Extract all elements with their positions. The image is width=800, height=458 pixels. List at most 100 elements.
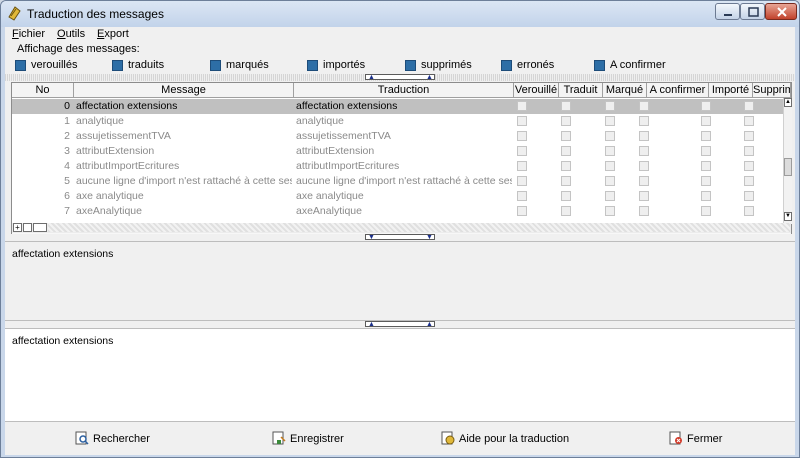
column-header-verouille[interactable]: Verouillé <box>514 83 559 98</box>
title-bar[interactable]: Traduction des messages <box>1 1 799 27</box>
row-checkbox[interactable] <box>605 116 615 126</box>
vertical-scrollbar[interactable]: ▲ ▼ <box>783 98 792 224</box>
column-header-no[interactable]: No <box>12 83 74 98</box>
row-checkbox[interactable] <box>701 116 711 126</box>
row-checkbox[interactable] <box>639 146 649 156</box>
filter-checkbox[interactable] <box>405 60 416 71</box>
arrow-down-icon: ▼ <box>368 234 375 241</box>
row-checkbox[interactable] <box>561 116 571 126</box>
row-checkbox[interactable] <box>561 161 571 171</box>
table-row[interactable]: 2 assujetissementTVA assujetissementTVA <box>12 129 784 144</box>
row-checkbox[interactable] <box>639 191 649 201</box>
row-checkbox[interactable] <box>701 191 711 201</box>
minimize-button[interactable] <box>715 3 740 20</box>
row-checkbox[interactable] <box>605 191 615 201</box>
horizontal-scrollbar[interactable]: + <box>12 223 791 233</box>
table-row[interactable]: 0 affectation extensions affectation exten… <box>12 99 784 114</box>
splitter-grip[interactable]: ▼ ▼ <box>365 234 435 241</box>
row-checkbox[interactable] <box>639 161 649 171</box>
table-row[interactable]: 6 axe analytique axe analytique <box>12 189 784 204</box>
row-checkbox[interactable] <box>744 131 754 141</box>
row-checkbox[interactable] <box>701 161 711 171</box>
row-checkbox[interactable] <box>639 176 649 186</box>
expand-icon[interactable]: + <box>13 223 22 232</box>
row-checkbox[interactable] <box>639 101 649 111</box>
row-checkbox[interactable] <box>605 161 615 171</box>
column-header-message[interactable]: Message <box>74 83 294 98</box>
row-checkbox[interactable] <box>639 206 649 216</box>
row-checkbox[interactable] <box>517 101 527 111</box>
source-text-pane[interactable]: affectation extensions <box>5 241 795 321</box>
row-checkbox[interactable] <box>517 176 527 186</box>
row-checkbox[interactable] <box>517 146 527 156</box>
table-row[interactable]: 1 analytique analytique <box>12 114 784 129</box>
column-header-marque[interactable]: Marqué <box>603 83 647 98</box>
cell-traduction: axeAnalytique <box>296 205 362 217</box>
filter-label: erronés <box>517 59 555 71</box>
row-checkbox[interactable] <box>517 206 527 216</box>
row-checkbox[interactable] <box>561 206 571 216</box>
row-checkbox[interactable] <box>701 101 711 111</box>
translation-text-pane[interactable]: affectation extensions <box>5 328 795 422</box>
row-checkbox[interactable] <box>517 131 527 141</box>
row-checkbox[interactable] <box>561 131 571 141</box>
menu-fichier[interactable]: Fichier <box>12 28 45 40</box>
column-header-traduction[interactable]: Traduction <box>294 83 514 98</box>
row-checkbox[interactable] <box>517 116 527 126</box>
filter-checkbox[interactable] <box>112 60 123 71</box>
row-checkbox[interactable] <box>605 146 615 156</box>
row-checkbox[interactable] <box>605 176 615 186</box>
scroll-thumb[interactable] <box>784 158 792 176</box>
table-row[interactable]: 3 attributExtension attributExtension <box>12 144 784 159</box>
row-checkbox[interactable] <box>605 206 615 216</box>
horizontal-scroll-track[interactable] <box>48 223 790 232</box>
row-checkbox[interactable] <box>744 161 754 171</box>
row-checkbox[interactable] <box>744 206 754 216</box>
row-checkbox[interactable] <box>561 191 571 201</box>
menu-outils[interactable]: Outils <box>57 28 85 40</box>
row-checkbox[interactable] <box>744 176 754 186</box>
filter-checkbox[interactable] <box>15 60 26 71</box>
cell-traduction: aucune ligne d'import n'est rattaché à c… <box>296 175 512 187</box>
scroll-left-icon[interactable] <box>23 223 32 232</box>
column-header-importe[interactable]: Importé <box>709 83 753 98</box>
scroll-up-icon[interactable]: ▲ <box>784 98 792 107</box>
column-header-a-confirmer[interactable]: A confirmer <box>647 83 709 98</box>
row-checkbox[interactable] <box>639 131 649 141</box>
row-checkbox[interactable] <box>605 101 615 111</box>
table-row[interactable]: 7 axeAnalytique axeAnalytique <box>12 204 784 219</box>
row-checkbox[interactable] <box>639 116 649 126</box>
row-checkbox[interactable] <box>744 116 754 126</box>
row-checkbox[interactable] <box>744 191 754 201</box>
table-row[interactable]: 4 attributImportEcritures attributImportEc… <box>12 159 784 174</box>
close-window-button[interactable] <box>765 3 797 20</box>
row-checkbox[interactable] <box>561 176 571 186</box>
maximize-button[interactable] <box>740 3 765 20</box>
row-checkbox[interactable] <box>561 101 571 111</box>
filter-checkbox[interactable] <box>210 60 221 71</box>
row-checkbox[interactable] <box>517 191 527 201</box>
scroll-right-icon[interactable] <box>33 223 47 232</box>
filter-checkbox[interactable] <box>594 60 605 71</box>
filter-checkbox[interactable] <box>501 60 512 71</box>
row-checkbox[interactable] <box>701 131 711 141</box>
row-checkbox[interactable] <box>605 131 615 141</box>
row-checkbox[interactable] <box>701 146 711 156</box>
middle-splitter[interactable]: ▼ ▼ <box>5 234 795 241</box>
splitter-grip[interactable]: ▲ ▲ <box>365 321 435 328</box>
column-header-traduit[interactable]: Traduit <box>559 83 603 98</box>
filter-checkbox[interactable] <box>307 60 318 71</box>
row-checkbox[interactable] <box>517 161 527 171</box>
scroll-down-icon[interactable]: ▼ <box>784 212 792 221</box>
lower-splitter[interactable]: ▲ ▲ <box>5 321 795 328</box>
row-checkbox[interactable] <box>701 176 711 186</box>
top-splitter[interactable]: ▲ ▲ <box>5 74 795 81</box>
splitter-grip[interactable]: ▲ ▲ <box>365 74 435 81</box>
row-checkbox[interactable] <box>744 101 754 111</box>
column-header-supprime[interactable]: Supprimé <box>753 83 791 98</box>
row-checkbox[interactable] <box>701 206 711 216</box>
row-checkbox[interactable] <box>561 146 571 156</box>
row-checkbox[interactable] <box>744 146 754 156</box>
menu-export[interactable]: Export <box>97 28 129 40</box>
table-row[interactable]: 5 aucune ligne d'import n'est rattaché à … <box>12 174 784 189</box>
